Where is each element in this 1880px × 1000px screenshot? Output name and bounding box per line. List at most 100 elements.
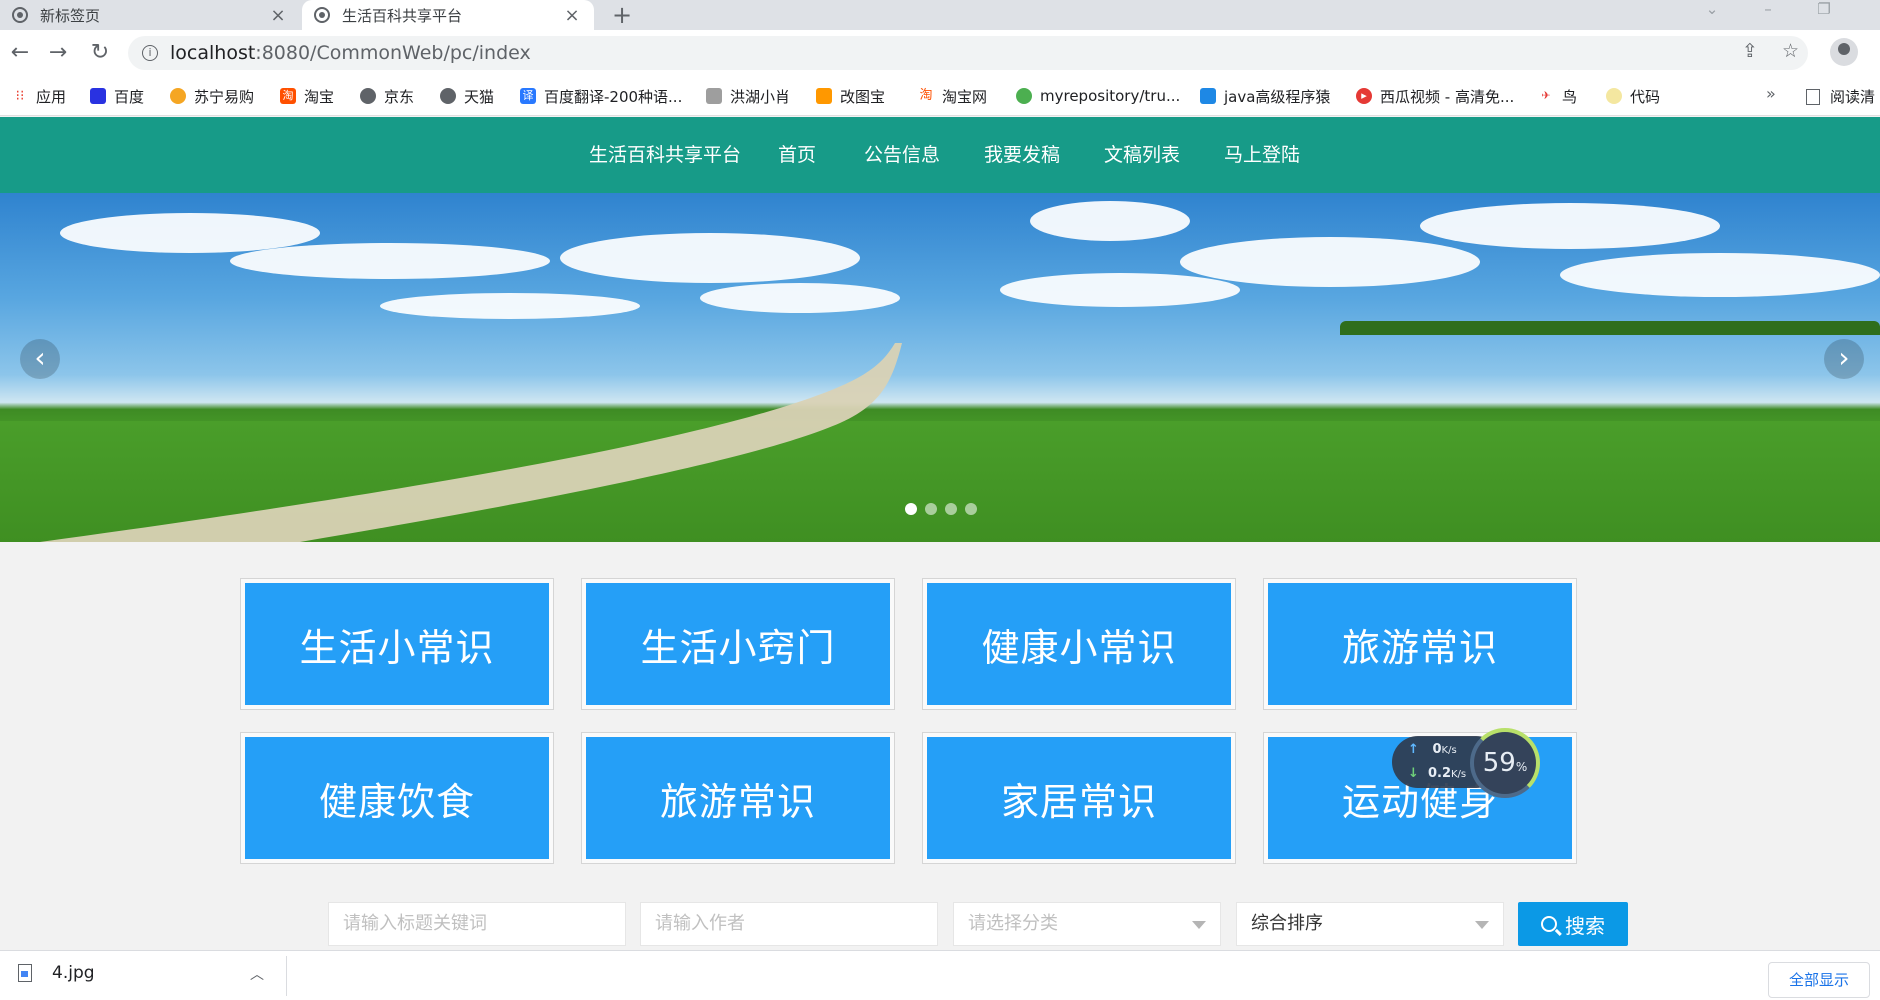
bookmark-tmall[interactable]: 天猫 <box>440 86 494 106</box>
banner-carousel[interactable]: ‹ › <box>0 193 1880 542</box>
globe-icon <box>314 7 330 23</box>
bird-icon: ✈ <box>1538 88 1554 104</box>
category-label: 生活小窍门 <box>586 583 890 705</box>
category-tile[interactable]: 健康饮食 <box>240 732 554 864</box>
bookmark-suning[interactable]: 苏宁易购 <box>170 86 254 106</box>
bookmark-code[interactable]: 代码 <box>1606 86 1660 106</box>
tab-current[interactable]: 生活百科共享平台 × <box>302 0 594 30</box>
category-select[interactable]: 请选择分类 <box>953 902 1221 946</box>
nav-home[interactable]: 首页 <box>778 117 816 193</box>
globe-icon <box>440 88 456 104</box>
prev-slide-button[interactable]: ‹ <box>20 339 60 379</box>
tab-label: 生活百科共享平台 <box>342 6 463 25</box>
chevron-down-icon[interactable]: ⌄ <box>1697 0 1727 22</box>
bookmark-xigua[interactable]: ▸ 西瓜视频 - 高清免... <box>1356 86 1514 106</box>
bookmark-baidu[interactable]: 百度 <box>90 86 144 106</box>
tab-new-tab[interactable]: 新标签页 × <box>0 0 300 30</box>
minimize-icon[interactable]: – <box>1753 0 1783 22</box>
category-tile[interactable]: 生活小窍门 <box>581 578 895 710</box>
bookmark-taobao-net[interactable]: 淘淘宝网 <box>918 86 987 106</box>
image-file-icon <box>18 964 32 982</box>
avatar[interactable] <box>1830 38 1858 66</box>
bookmark-niao[interactable]: ✈ 鸟 <box>1538 86 1577 106</box>
play-icon: ▸ <box>1356 88 1372 104</box>
share-icon[interactable]: ⇪ <box>1742 40 1758 62</box>
bookmark-baidu-translate[interactable]: 译百度翻译-200种语... <box>520 86 682 106</box>
dropdown-caret-icon <box>1475 921 1489 929</box>
bookmark-apps[interactable]: ⁝⁝ 应用 <box>12 86 66 106</box>
close-icon[interactable]: × <box>268 5 288 26</box>
category-tile[interactable]: 家居常识 <box>922 732 1236 864</box>
author-input[interactable]: 请输入作者 <box>640 902 938 946</box>
carousel-dot[interactable] <box>945 503 957 515</box>
reading-list-button[interactable]: 阅读清 <box>1806 86 1875 107</box>
bilibili-icon <box>1200 88 1216 104</box>
next-slide-button[interactable]: › <box>1824 339 1864 379</box>
bookmark-java[interactable]: java高级程序猿 <box>1200 86 1330 106</box>
info-icon[interactable]: i <box>142 45 158 61</box>
nav-article-list[interactable]: 文稿列表 <box>1104 117 1180 193</box>
bookmarks-more-button[interactable]: » <box>1766 84 1776 103</box>
category-tile[interactable]: 生活小常识 <box>240 578 554 710</box>
carousel-dot[interactable] <box>965 503 977 515</box>
download-item[interactable]: 4.jpg <box>18 963 95 983</box>
close-icon[interactable]: × <box>562 5 582 26</box>
dirt-road <box>40 343 902 542</box>
code-icon <box>1606 88 1622 104</box>
title-keyword-input[interactable]: 请输入标题关键词 <box>328 902 626 946</box>
taobao-icon: 淘 <box>918 88 934 104</box>
network-speed-widget[interactable]: ↑ 0K/s ↓ 0.2K/s 59% <box>1392 728 1542 798</box>
download-shelf: 4.jpg <box>0 950 1880 1000</box>
address-bar[interactable]: i localhost:8080/CommonWeb/pc/index <box>128 36 1808 70</box>
sort-select[interactable]: 综合排序 <box>1236 902 1504 946</box>
carousel-indicators <box>905 503 977 515</box>
tab-label: 新标签页 <box>40 6 101 25</box>
reload-icon[interactable]: ↻ <box>86 39 114 67</box>
nav-announcements[interactable]: 公告信息 <box>864 117 940 193</box>
globe-icon <box>360 88 376 104</box>
bookmark-honghu[interactable]: 洪湖小肖 <box>706 86 790 106</box>
category-label: 旅游常识 <box>1268 583 1572 705</box>
carousel-dot[interactable] <box>925 503 937 515</box>
bookmark-myrepository[interactable]: myrepository/tru... <box>1016 86 1180 106</box>
dropdown-caret-icon <box>1192 921 1206 929</box>
category-label: 健康小常识 <box>927 583 1231 705</box>
download-speed: ↓ 0.2K/s <box>1408 766 1467 781</box>
toolbar: ← → ↻ i localhost:8080/CommonWeb/pc/inde… <box>0 30 1880 76</box>
search-icon <box>1541 916 1557 932</box>
carousel-dot[interactable] <box>905 503 917 515</box>
back-icon[interactable]: ← <box>6 39 34 67</box>
reading-list-icon <box>1806 88 1820 105</box>
category-tile[interactable]: 旅游常识 <box>1263 578 1577 710</box>
bookmark-gaitubao[interactable]: 改图宝 <box>816 86 885 106</box>
baidu-icon <box>90 88 106 104</box>
bookmarks-bar: ⁝⁝ 应用 百度 苏宁易购 淘淘宝 京东 天猫 译百度翻译-200种语... 洪湖… <box>0 76 1880 116</box>
memory-usage-ring: 59% <box>1470 728 1540 798</box>
category-label: 家居常识 <box>927 737 1231 859</box>
grid-icon: ⁝⁝ <box>12 88 28 104</box>
category-label: 旅游常识 <box>586 737 890 859</box>
category-tile[interactable]: 旅游常识 <box>581 732 895 864</box>
nav-submit-article[interactable]: 我要发稿 <box>984 117 1060 193</box>
tab-strip: 新标签页 × 生活百科共享平台 × + ⌄ – ❐ <box>0 0 1880 30</box>
nav-site-title[interactable]: 生活百科共享平台 <box>589 117 741 193</box>
bookmark-taobao[interactable]: 淘淘宝 <box>280 86 334 106</box>
bookmark-jd[interactable]: 京东 <box>360 86 414 106</box>
site-navbar: 生活百科共享平台 首页 公告信息 我要发稿 文稿列表 马上登陆 <box>0 117 1880 193</box>
translate-icon: 译 <box>520 88 536 104</box>
category-label: 生活小常识 <box>245 583 549 705</box>
new-tab-button[interactable]: + <box>612 0 632 30</box>
restore-icon[interactable]: ❐ <box>1809 0 1839 22</box>
chevron-up-icon[interactable]: ︿ <box>250 964 264 984</box>
download-filename: 4.jpg <box>52 963 95 983</box>
chrome-icon <box>1016 88 1032 104</box>
search-bar: 请输入标题关键词 请输入作者 请选择分类 综合排序 搜索 <box>0 900 1880 946</box>
url-text: localhost:8080/CommonWeb/pc/index <box>170 42 531 64</box>
category-tile[interactable]: 健康小常识 <box>922 578 1236 710</box>
suning-icon <box>170 88 186 104</box>
search-button[interactable]: 搜索 <box>1518 902 1628 946</box>
show-all-downloads-button[interactable]: 全部显示 <box>1768 962 1870 998</box>
nav-login[interactable]: 马上登陆 <box>1224 117 1300 193</box>
forward-icon[interactable]: → <box>44 39 72 67</box>
star-icon[interactable]: ☆ <box>1782 40 1799 62</box>
